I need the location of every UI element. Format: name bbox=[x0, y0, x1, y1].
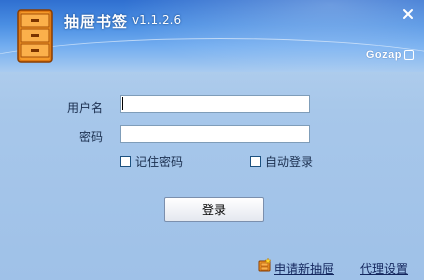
login-window: 抽屉书签 v1.1.2.6 Gozap 用户名 密码 记住密码 自动登录 登录 … bbox=[0, 0, 424, 280]
username-label: 用户名 bbox=[66, 101, 103, 115]
username-input[interactable] bbox=[120, 95, 310, 113]
auto-login-checkbox[interactable]: 自动登录 bbox=[250, 153, 313, 170]
title-bar[interactable]: 抽屉书签 v1.1.2.6 Gozap bbox=[0, 0, 424, 72]
app-title: 抽屉书签 bbox=[64, 13, 129, 31]
remember-password-label: 记住密码 bbox=[135, 155, 184, 169]
proxy-settings-link[interactable]: 代理设置 bbox=[360, 260, 408, 277]
new-drawer-icon[interactable] bbox=[258, 258, 272, 272]
auto-login-box[interactable] bbox=[250, 156, 261, 167]
app-version: v1.1.2.6 bbox=[132, 13, 182, 27]
brand-name: Gozap bbox=[365, 48, 402, 61]
remember-password-box[interactable] bbox=[120, 156, 131, 167]
auto-login-label: 自动登录 bbox=[265, 155, 314, 169]
close-icon[interactable] bbox=[402, 8, 414, 20]
password-input[interactable] bbox=[120, 125, 310, 143]
text-caret bbox=[122, 97, 123, 110]
header-arc bbox=[0, 38, 424, 72]
remember-password-checkbox[interactable]: 记住密码 bbox=[120, 153, 183, 170]
drawer-icon bbox=[17, 9, 53, 63]
register-link[interactable]: 申请新抽屉 bbox=[274, 260, 334, 277]
brand-logo: Gozap bbox=[366, 48, 414, 61]
login-button[interactable]: 登录 bbox=[164, 197, 264, 222]
gozap-logo-icon bbox=[404, 49, 414, 60]
password-label: 密码 bbox=[78, 130, 103, 144]
